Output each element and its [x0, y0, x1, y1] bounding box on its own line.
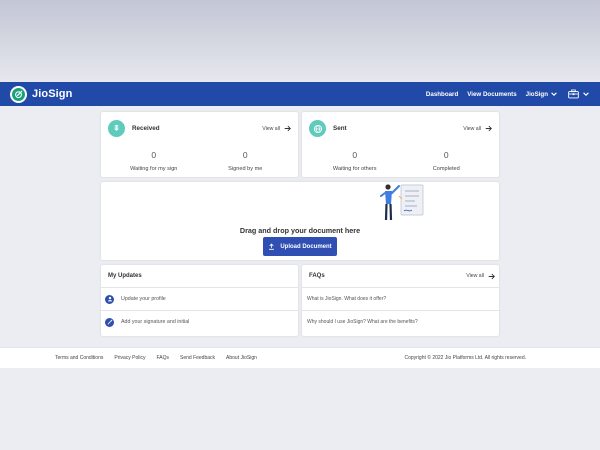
stat-value: 0: [242, 150, 248, 160]
faqs-view-all[interactable]: View all: [466, 273, 495, 280]
stat-label: Completed: [432, 166, 460, 172]
my-updates-card: My Updates Update your profile Add your …: [101, 265, 298, 336]
page-top-backdrop: [0, 0, 600, 82]
drop-instruction: Drag and drop your document here: [239, 226, 361, 235]
sent-view-all[interactable]: View all: [463, 125, 492, 132]
update-item-label: Add your signature and initial: [121, 319, 190, 325]
sent-icon: [309, 120, 326, 137]
received-title: Received: [132, 125, 160, 132]
stat-value: 0: [352, 150, 358, 160]
briefcase-icon: [568, 89, 579, 99]
chevron-down-icon: [583, 92, 589, 96]
footer-links: Terms and Conditions Privacy Policy FAQs…: [55, 355, 257, 361]
copyright-text: Copyright © 2022 Jio Platforms Ltd. All …: [404, 355, 526, 361]
footer-link-feedback[interactable]: Send Feedback: [180, 355, 215, 361]
sent-card: Sent View all 0 Waiting for others 0 Com…: [302, 112, 499, 177]
view-all-label: View all: [262, 125, 280, 132]
sent-title: Sent: [333, 125, 347, 132]
faq-item[interactable]: What is JioSign. What does it offer?: [302, 287, 499, 310]
stat-signed-by-me[interactable]: 0 Signed by me: [200, 150, 292, 172]
upload-dropzone[interactable]: Drag and drop your document here Upload …: [101, 182, 499, 260]
footer-link-about[interactable]: About JioSign: [226, 355, 257, 361]
arrow-right-icon: [284, 125, 291, 132]
view-all-label: View all: [463, 125, 481, 132]
footer-link-faqs[interactable]: FAQs: [156, 355, 169, 361]
footer-link-terms[interactable]: Terms and Conditions: [55, 355, 103, 361]
nav-user-menu[interactable]: JioSign: [526, 90, 558, 98]
user-icon: [105, 294, 114, 304]
brand-logo[interactable]: JioSign: [10, 85, 73, 103]
chevron-down-icon: [551, 92, 557, 96]
brand-name: JioSign: [32, 88, 73, 100]
stat-label: Waiting for others: [332, 166, 377, 172]
faq-question: What is JioSign. What does it offer?: [307, 296, 387, 302]
upload-icon: [269, 243, 275, 250]
user-menu-label: JioSign: [525, 90, 548, 98]
upload-button-label: Upload Document: [280, 243, 332, 250]
add-signature-item[interactable]: Add your signature and initial: [101, 310, 298, 333]
stat-label: Waiting for my sign: [130, 166, 178, 172]
pen-icon: [105, 317, 114, 327]
jiosign-logo-icon: [10, 85, 27, 103]
faq-question: Why should I use JioSign? What are the b…: [307, 319, 418, 325]
nav-briefcase-menu[interactable]: [568, 89, 590, 99]
stat-value: 0: [151, 150, 157, 160]
update-profile-item[interactable]: Update your profile: [101, 287, 298, 310]
faqs-title: FAQs: [309, 273, 325, 279]
arrow-right-icon: [485, 125, 492, 132]
nav-links: Dashboard View Documents JioSign: [426, 89, 590, 99]
top-navbar: JioSign Dashboard View Documents JioSign: [0, 82, 600, 106]
my-updates-title: My Updates: [108, 273, 142, 279]
faqs-card: FAQs View all What is JioSign. What does…: [302, 265, 499, 336]
nav-dashboard[interactable]: Dashboard: [426, 91, 458, 98]
view-all-label: View all: [466, 273, 484, 279]
received-card: Received View all 0 Waiting for my sign …: [101, 112, 298, 177]
stat-completed[interactable]: 0 Completed: [401, 150, 493, 172]
upload-document-button[interactable]: Upload Document: [263, 237, 337, 256]
stat-waiting-for-my-sign[interactable]: 0 Waiting for my sign: [108, 150, 200, 172]
stat-waiting-for-others[interactable]: 0 Waiting for others: [309, 150, 401, 172]
document-illustration-icon: [380, 184, 424, 221]
stat-value: 0: [443, 150, 449, 160]
nav-view-documents[interactable]: View Documents: [467, 91, 516, 98]
stat-label: Signed by me: [228, 166, 263, 172]
received-icon: [108, 120, 125, 137]
update-item-label: Update your profile: [121, 296, 166, 302]
footer-link-privacy[interactable]: Privacy Policy: [114, 355, 145, 361]
faq-item[interactable]: Why should I use JioSign? What are the b…: [302, 310, 499, 333]
arrow-right-icon: [488, 273, 495, 279]
page-footer: Terms and Conditions Privacy Policy FAQs…: [0, 347, 600, 368]
received-view-all[interactable]: View all: [262, 125, 291, 132]
